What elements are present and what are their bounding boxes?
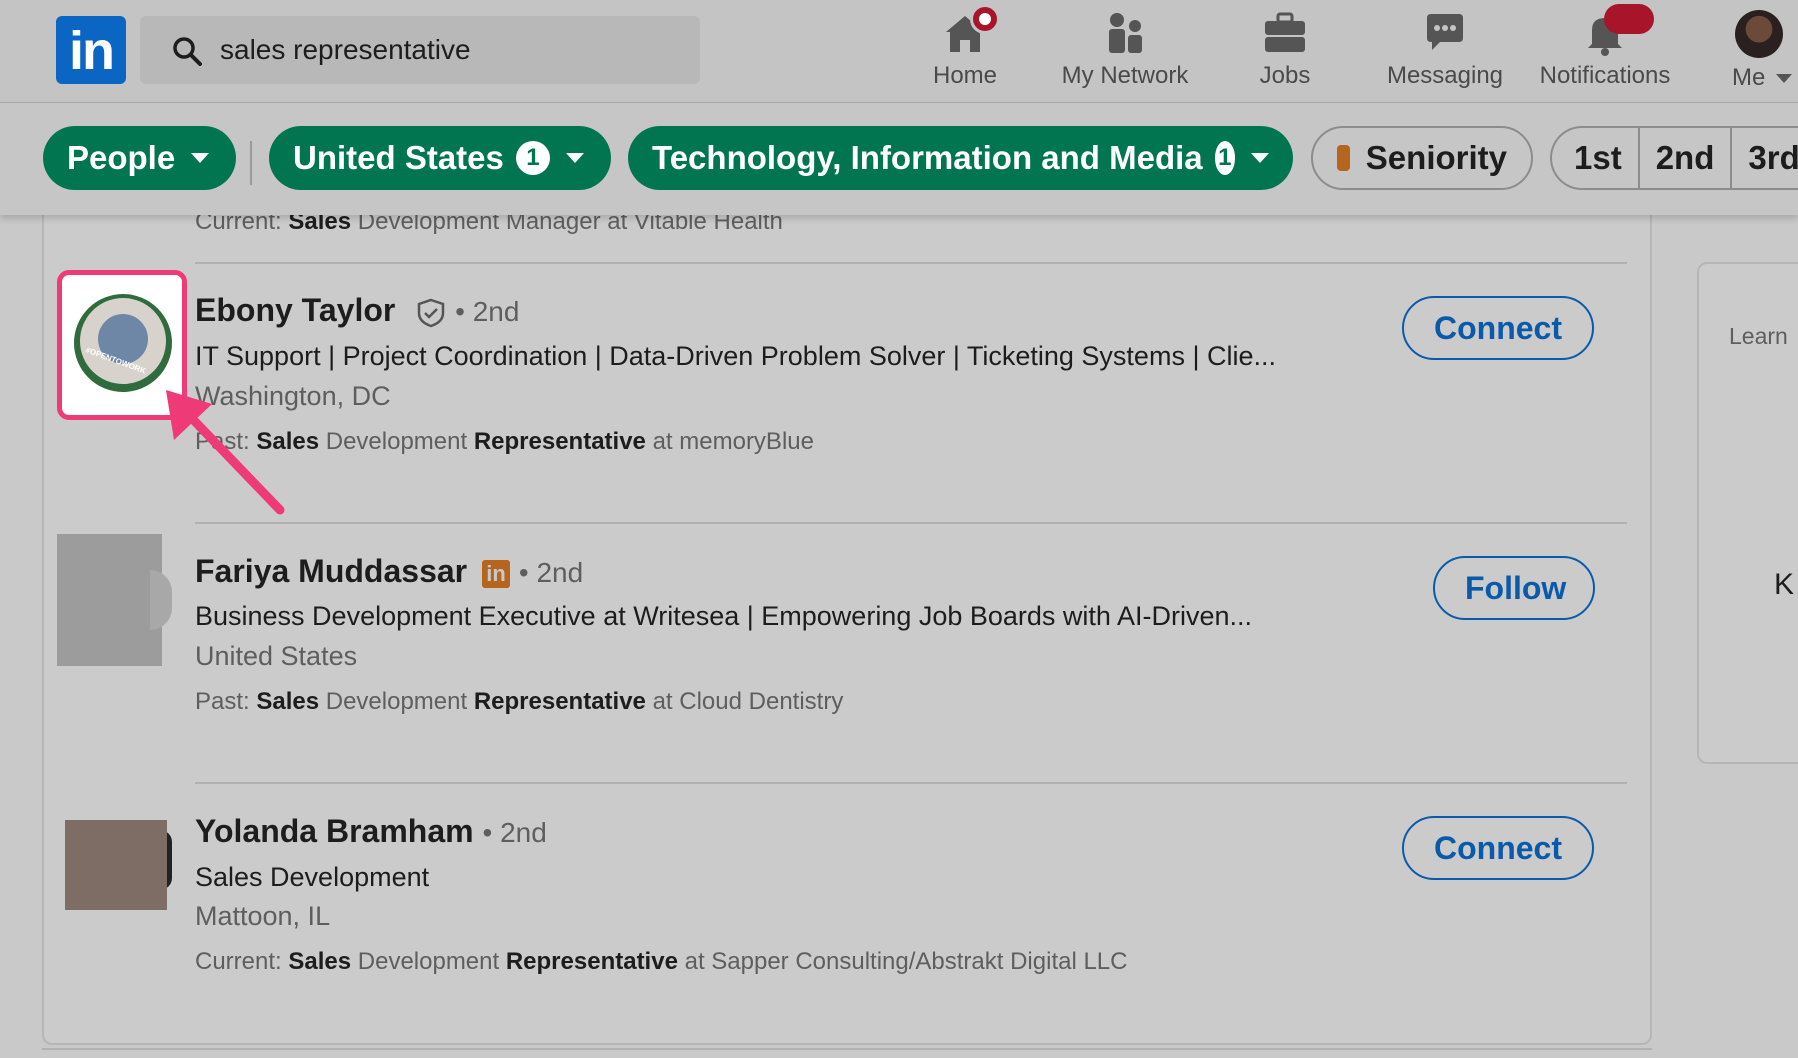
filter-divider (250, 141, 252, 185)
side-panel-text: K (1774, 568, 1795, 601)
filter-seniority-label: Seniority (1365, 139, 1507, 176)
filter-degree-1st[interactable]: 1st (1552, 128, 1640, 188)
result-detail: Past: Sales Development Representative a… (195, 688, 844, 715)
briefcase-icon (1262, 10, 1308, 56)
result-headline: Sales Development (195, 862, 430, 892)
result-headline: IT Support | Project Coordination | Data… (195, 341, 1276, 371)
linkedin-premium-icon: in (482, 559, 510, 588)
result-separator (195, 262, 1627, 264)
connect-button[interactable]: Connect (1402, 296, 1594, 360)
filter-connection-degree: 1st 2nd 3rd+ (1550, 126, 1798, 190)
avatar[interactable] (65, 820, 167, 910)
result-separator (195, 522, 1627, 524)
search-input[interactable] (220, 28, 680, 72)
nav-home-label: Home (932, 62, 998, 89)
bell-icon (1582, 4, 1654, 56)
nav-me-label: Me (1732, 64, 1766, 91)
chevron-down-icon (1776, 74, 1793, 84)
message-icon (1422, 10, 1468, 56)
notifications-badge (1604, 4, 1654, 34)
result-name[interactable]: Yolanda Bramham • 2nd (195, 813, 547, 850)
caret-down-icon (191, 153, 210, 163)
filter-people-label: People (67, 139, 176, 176)
connect-button[interactable]: Connect (1402, 816, 1594, 880)
side-panel-text: Learn (1729, 323, 1788, 349)
nav-me[interactable]: Me (1720, 10, 1798, 92)
bottom-divider (42, 1048, 1652, 1050)
filter-degree-3rd[interactable]: 3rd+ (1732, 128, 1798, 188)
filter-industry-count: 1 (1214, 141, 1235, 175)
result-separator (195, 782, 1627, 784)
me-avatar (1735, 10, 1783, 58)
annotation-arrow-icon (166, 390, 285, 515)
avatar-open-to-work[interactable]: #OPENTOWORK (74, 294, 172, 392)
result-location: Mattoon, IL (195, 901, 331, 931)
result-name[interactable]: Fariya Muddassar in • 2nd (195, 553, 583, 590)
avatar[interactable] (57, 534, 162, 666)
search-icon (173, 37, 202, 66)
connection-degree: • 2nd (455, 296, 520, 327)
nav-messaging-label: Messaging (1386, 62, 1504, 89)
filter-industry-label: Technology, Information and Media (652, 139, 1203, 176)
filter-country[interactable]: United States 1 (269, 126, 611, 190)
filter-bar: People United States 1 Technology, Infor… (0, 103, 1798, 215)
search-bar[interactable] (140, 16, 700, 84)
home-icon (942, 4, 1000, 56)
top-nav: in Home My Network (0, 0, 1798, 103)
nav-home[interactable]: Home (920, 4, 1010, 92)
filter-industry[interactable]: Technology, Information and Media 1 (628, 126, 1293, 190)
caret-down-icon (1251, 153, 1269, 163)
nav-notifications-label: Notifications (1539, 62, 1671, 89)
nav-messaging[interactable]: Messaging (1380, 10, 1510, 92)
nav-notifications[interactable]: Notifications (1530, 4, 1680, 92)
linkedin-logo[interactable]: in (56, 16, 126, 84)
filter-people[interactable]: People (43, 126, 236, 190)
result-location: United States (195, 641, 358, 671)
result-headline: Business Development Executive at Writes… (195, 601, 1252, 631)
people-icon (1102, 10, 1148, 56)
premium-icon (1337, 145, 1350, 171)
caret-down-icon (565, 153, 584, 163)
connection-degree: • 2nd (518, 557, 584, 588)
nav-jobs[interactable]: Jobs (1240, 10, 1330, 92)
result-name[interactable]: Ebony Taylor • 2nd (195, 292, 519, 329)
nav-jobs-label: Jobs (1259, 62, 1311, 89)
connection-degree: • 2nd (482, 817, 547, 848)
follow-button[interactable]: Follow (1433, 556, 1595, 620)
nav-my-network-label: My Network (1061, 62, 1189, 89)
filter-country-label: United States (293, 139, 504, 176)
nav-my-network[interactable]: My Network (1055, 10, 1195, 92)
filter-degree-2nd[interactable]: 2nd (1640, 128, 1733, 188)
filter-seniority[interactable]: Seniority (1311, 126, 1533, 190)
home-badge (970, 4, 1000, 34)
filter-country-count: 1 (515, 141, 550, 175)
result-detail: Current: Sales Development Representativ… (195, 948, 1128, 975)
verified-shield-icon (417, 298, 445, 327)
